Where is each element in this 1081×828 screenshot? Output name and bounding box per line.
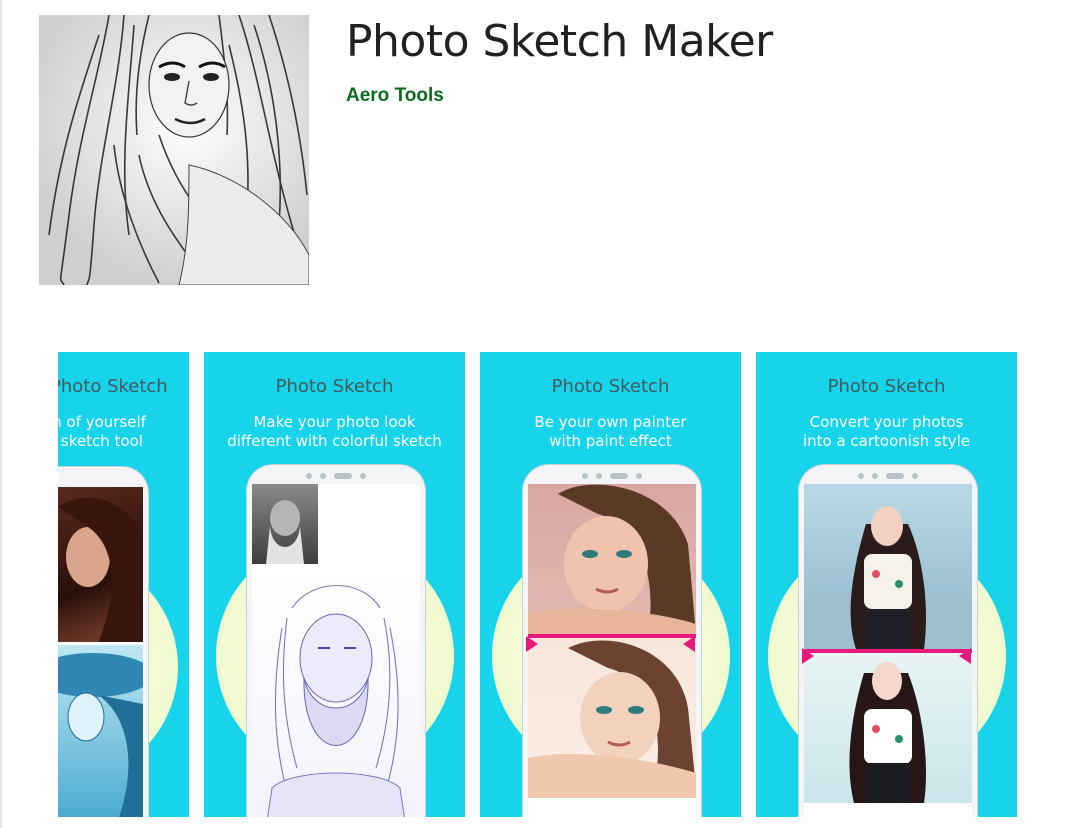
girl-original-photo — [804, 484, 972, 649]
screenshot-card-3[interactable]: Photo Sketch Be your own painter with pa… — [480, 352, 741, 817]
phone-screen — [804, 484, 972, 817]
screenshot-card-2[interactable]: Photo Sketch Make your photo look differ… — [204, 352, 465, 817]
phone-mockup — [58, 467, 148, 817]
old-man-sketch-photo — [252, 568, 420, 817]
screenshot-title: Photo Sketch — [58, 376, 168, 397]
screenshot-caption-line-1: Be your own painter — [534, 413, 687, 431]
woman-painted-photo — [528, 638, 696, 798]
phone-screen — [252, 484, 420, 817]
phone-sensors — [582, 472, 642, 480]
screenshot-caption-line-1: Make your photo look — [253, 413, 416, 431]
girl-cartoon-photo — [804, 653, 972, 803]
screenshot-caption-line-2: into a cartoonish style — [802, 432, 971, 450]
phone-mockup — [523, 465, 701, 817]
app-title: Photo Sketch Maker — [346, 16, 773, 67]
screenshot-caption-line-2: different with colorful sketch — [227, 432, 442, 450]
screenshot-title: Photo Sketch — [551, 376, 670, 397]
divider-arrow-left — [802, 648, 814, 664]
developer-link[interactable]: Aero Tools — [346, 85, 444, 107]
screenshot-caption-line-2: with paint effect — [549, 432, 672, 450]
phone-sensors — [306, 472, 366, 480]
screenshot-caption-line-1: ch of yourself — [58, 413, 146, 431]
phone-screen — [58, 487, 143, 817]
phone-sensors — [858, 472, 918, 480]
screenshot-caption-line-1: Convert your photos — [809, 413, 964, 431]
portrait-photo-curly — [58, 487, 143, 642]
divider-arrow-right — [683, 636, 695, 652]
portrait-photo-blue-hat — [58, 645, 143, 817]
phone-mockup — [247, 465, 425, 817]
screenshot-card-1[interactable]: Photo Sketch ch of yourself l sketch too… — [58, 352, 189, 817]
divider-arrow-left — [526, 636, 538, 652]
page-left-border — [0, 0, 2, 828]
phone-mockup — [799, 465, 977, 817]
screenshot-caption-line-2: l sketch tool — [58, 432, 143, 450]
screenshot-card-4[interactable]: Photo Sketch Convert your photos into a … — [756, 352, 1017, 817]
screenshot-title: Photo Sketch — [275, 376, 394, 397]
divider-arrow-right — [959, 648, 971, 664]
app-icon — [39, 15, 309, 285]
screenshot-title: Photo Sketch — [827, 376, 946, 397]
woman-original-photo — [528, 484, 696, 634]
old-man-original-photo — [252, 484, 318, 564]
phone-screen — [528, 484, 696, 817]
sketch-portrait-icon — [39, 15, 309, 285]
